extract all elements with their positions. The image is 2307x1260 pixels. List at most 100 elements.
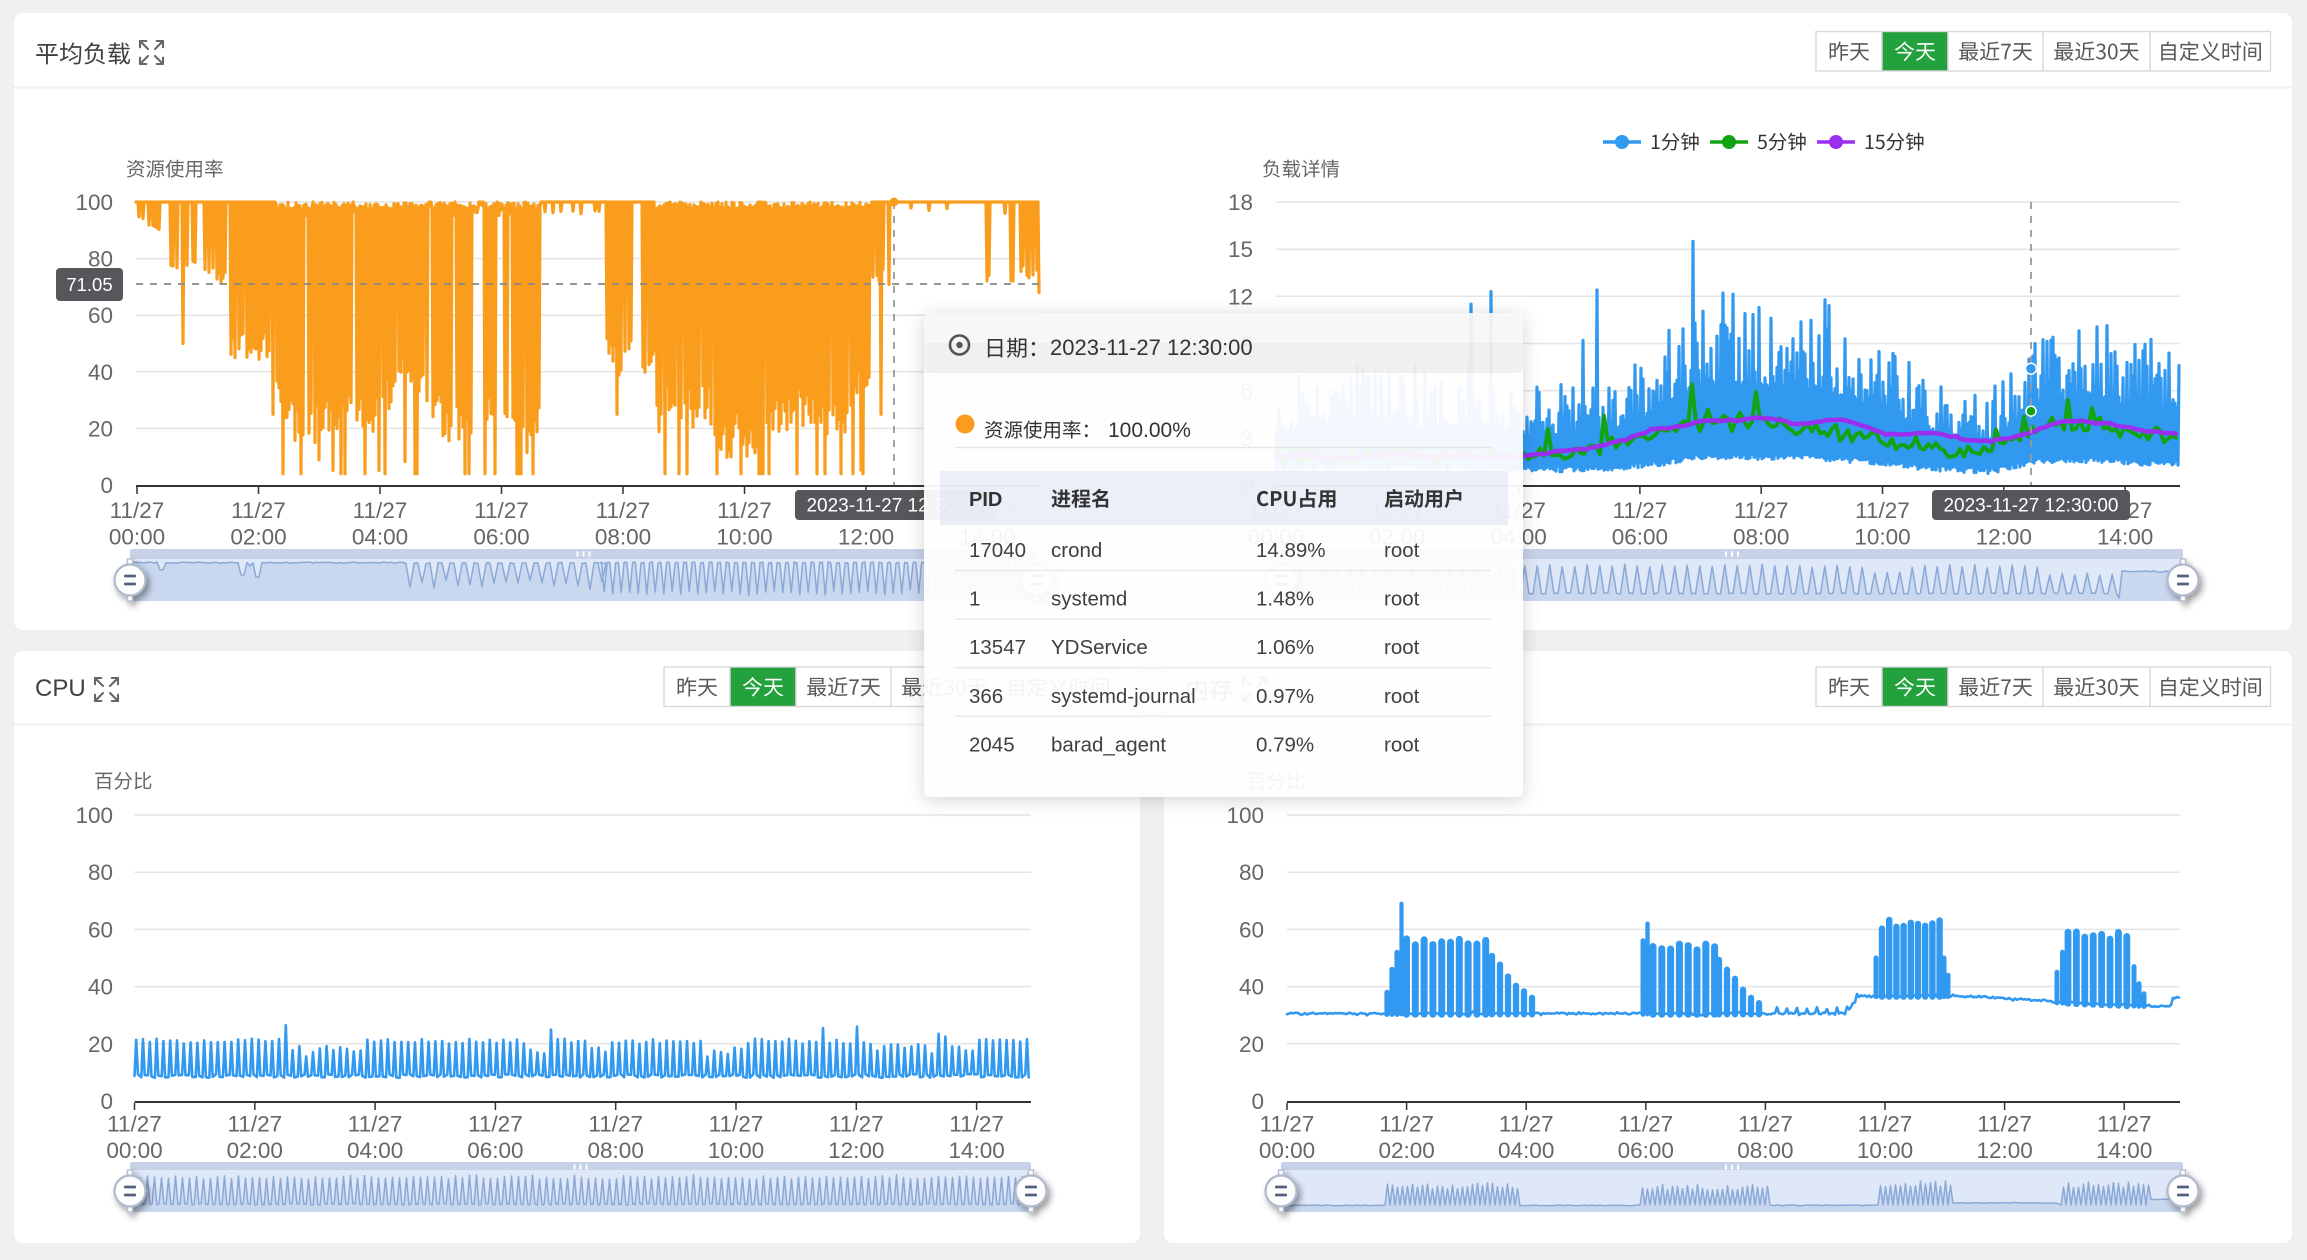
svg-text:root: root (1384, 636, 1420, 659)
svg-text:11/27: 11/27 (1734, 498, 1789, 523)
svg-text:06:00: 06:00 (1618, 1138, 1674, 1163)
svg-text:14:00: 14:00 (2097, 525, 2153, 550)
svg-text:80: 80 (1239, 860, 1264, 885)
svg-text:100: 100 (1226, 803, 1264, 828)
svg-text:40: 40 (88, 975, 113, 1000)
svg-text:1.06%: 1.06% (1256, 636, 1314, 659)
svg-text:2045: 2045 (969, 733, 1015, 756)
svg-text:11/27: 11/27 (348, 1112, 403, 1137)
svg-text:366: 366 (969, 685, 1003, 708)
svg-text:0: 0 (100, 1089, 113, 1114)
svg-text:11/27: 11/27 (709, 1112, 764, 1137)
svg-text:08:00: 08:00 (588, 1138, 644, 1163)
svg-text:barad_agent: barad_agent (1051, 733, 1166, 756)
svg-text:12: 12 (1228, 284, 1253, 309)
svg-text:02:00: 02:00 (227, 1138, 283, 1163)
svg-text:11/27: 11/27 (1499, 1112, 1554, 1137)
svg-text:10:00: 10:00 (1854, 525, 1910, 550)
svg-text:60: 60 (1239, 917, 1264, 942)
svg-text:11/27: 11/27 (353, 498, 408, 523)
svg-text:80: 80 (88, 247, 113, 272)
svg-text:15: 15 (1228, 237, 1253, 262)
svg-text:11/27: 11/27 (110, 498, 165, 523)
svg-text:1.48%: 1.48% (1256, 588, 1314, 611)
svg-text:17040: 17040 (969, 539, 1026, 562)
svg-text:02:00: 02:00 (230, 525, 286, 550)
svg-text:14:00: 14:00 (948, 1138, 1004, 1163)
svg-text:11/27: 11/27 (1613, 498, 1668, 523)
svg-text:60: 60 (88, 303, 113, 328)
svg-text:0: 0 (1251, 1089, 1264, 1114)
svg-text:20: 20 (88, 416, 113, 441)
svg-text:11/27: 11/27 (588, 1112, 643, 1137)
svg-text:11/27: 11/27 (1260, 1112, 1315, 1137)
svg-text:11/27: 11/27 (1618, 1112, 1673, 1137)
svg-text:06:00: 06:00 (467, 1138, 523, 1163)
svg-text:root: root (1384, 588, 1420, 611)
svg-text:11/27: 11/27 (227, 1112, 282, 1137)
svg-text:0.97%: 0.97% (1256, 685, 1314, 708)
svg-text:root: root (1384, 733, 1420, 756)
svg-text:12:00: 12:00 (1976, 1138, 2032, 1163)
svg-text:04:00: 04:00 (347, 1138, 403, 1163)
svg-text:80: 80 (88, 860, 113, 885)
svg-text:2023-11-27 12:30:00: 2023-11-27 12:30:00 (1943, 496, 2118, 517)
svg-text:04:00: 04:00 (352, 525, 408, 550)
svg-text:0: 0 (100, 473, 113, 498)
svg-text:root: root (1384, 685, 1420, 708)
svg-text:12:00: 12:00 (1976, 525, 2032, 550)
svg-text:YDService: YDService (1051, 636, 1148, 659)
svg-text:08:00: 08:00 (595, 525, 651, 550)
svg-text:71.05: 71.05 (66, 274, 112, 295)
svg-text:60: 60 (88, 917, 113, 942)
svg-text:systemd: systemd (1051, 588, 1127, 611)
svg-text:11/27: 11/27 (1977, 1112, 2032, 1137)
svg-text:08:00: 08:00 (1737, 1138, 1793, 1163)
svg-text:CPU: CPU (35, 675, 86, 702)
svg-text:10:00: 10:00 (716, 525, 772, 550)
svg-text:11/27: 11/27 (1738, 1112, 1793, 1137)
svg-text:1: 1 (969, 588, 980, 611)
svg-text:11/27: 11/27 (1855, 498, 1910, 523)
svg-text:11/27: 11/27 (468, 1112, 523, 1137)
svg-text:crond: crond (1051, 539, 1102, 562)
svg-text:10:00: 10:00 (708, 1138, 764, 1163)
svg-text:40: 40 (1239, 975, 1264, 1000)
svg-text:11/27: 11/27 (829, 1112, 884, 1137)
svg-text:11/27: 11/27 (107, 1112, 162, 1137)
svg-text:root: root (1384, 539, 1420, 562)
svg-text:0.79%: 0.79% (1256, 733, 1314, 756)
svg-text:11/27: 11/27 (1379, 1112, 1434, 1137)
svg-text:08:00: 08:00 (1733, 525, 1789, 550)
svg-text:systemd-journal: systemd-journal (1051, 685, 1196, 708)
svg-text:100: 100 (75, 190, 113, 215)
svg-text:20: 20 (1239, 1032, 1264, 1057)
svg-text:12:00: 12:00 (838, 525, 894, 550)
svg-text:11/27: 11/27 (949, 1112, 1004, 1137)
svg-text:14:00: 14:00 (2096, 1138, 2152, 1163)
svg-text:00:00: 00:00 (106, 1138, 162, 1163)
svg-text:11/27: 11/27 (596, 498, 651, 523)
svg-text:40: 40 (88, 360, 113, 385)
svg-text:PID: PID (969, 489, 1002, 511)
svg-text:11/27: 11/27 (1858, 1112, 1913, 1137)
svg-text:13547: 13547 (969, 636, 1026, 659)
svg-text:11/27: 11/27 (474, 498, 529, 523)
svg-text:20: 20 (88, 1032, 113, 1057)
svg-text:100.00%: 100.00% (1108, 419, 1191, 442)
svg-text:11/27: 11/27 (231, 498, 286, 523)
svg-text:10:00: 10:00 (1857, 1138, 1913, 1163)
svg-text:11/27: 11/27 (2097, 1112, 2152, 1137)
svg-text:00:00: 00:00 (109, 525, 165, 550)
svg-text:11/27: 11/27 (717, 498, 772, 523)
svg-text:12:00: 12:00 (828, 1138, 884, 1163)
svg-text:00:00: 00:00 (1259, 1138, 1315, 1163)
svg-text:18: 18 (1228, 190, 1253, 215)
svg-text:06:00: 06:00 (473, 525, 529, 550)
svg-text:100: 100 (75, 803, 113, 828)
svg-text:2023-11-27 12:30:00: 2023-11-27 12:30:00 (1050, 335, 1253, 360)
svg-text:06:00: 06:00 (1612, 525, 1668, 550)
svg-text:14.89%: 14.89% (1256, 539, 1326, 562)
svg-text:02:00: 02:00 (1378, 1138, 1434, 1163)
svg-text:04:00: 04:00 (1498, 1138, 1554, 1163)
